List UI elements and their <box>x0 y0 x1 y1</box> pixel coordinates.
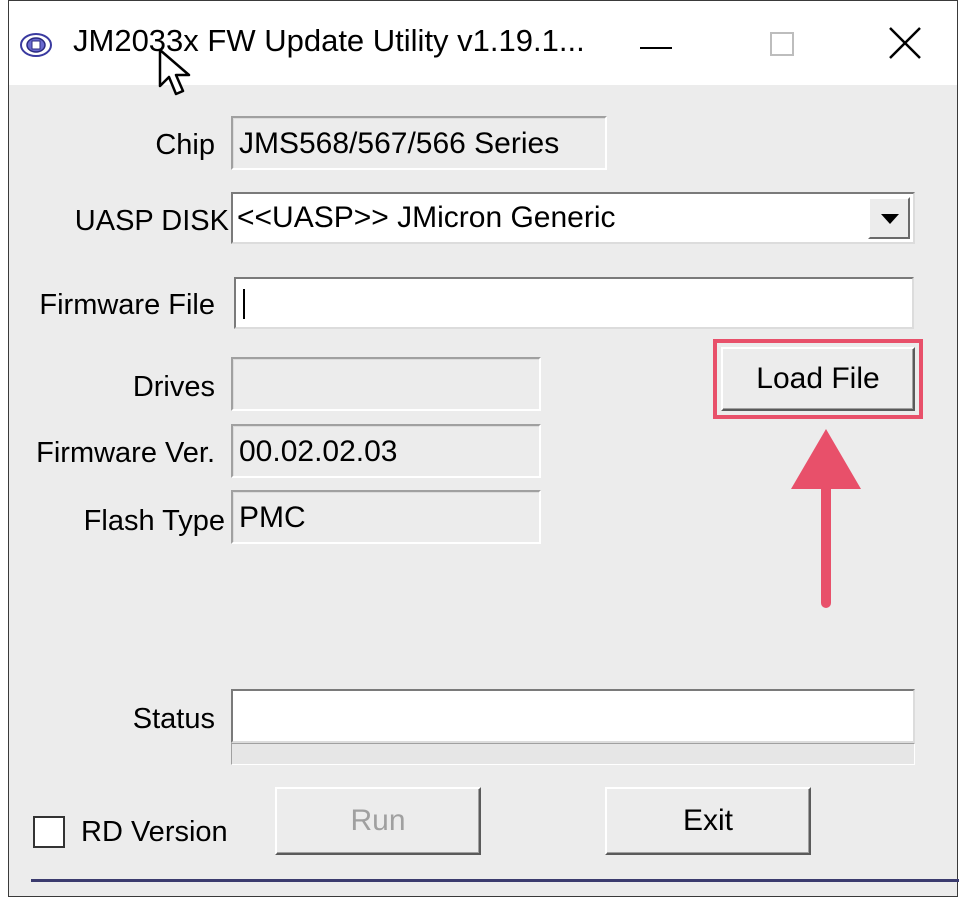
chip-label: Chip <box>155 129 215 161</box>
minimize-button[interactable] <box>601 1 711 85</box>
window-title: JM2033x FW Update Utility v1.19.1... <box>73 23 585 58</box>
arrow-up-icon <box>791 429 861 608</box>
minimize-icon <box>640 47 672 49</box>
maximize-button[interactable] <box>729 1 839 85</box>
close-icon <box>889 27 921 59</box>
firmware-ver-label: Firmware Ver. <box>36 437 215 469</box>
dropdown-button[interactable] <box>868 197 910 239</box>
run-button[interactable]: Run <box>275 787 481 855</box>
exit-button[interactable]: Exit <box>605 787 811 855</box>
flash-type-field: PMC <box>231 490 541 544</box>
firmware-file-input[interactable] <box>234 277 914 329</box>
update-utility-window: JM2033x FW Update Utility v1.19.1... Chi… <box>8 0 959 897</box>
title-bar[interactable]: JM2033x FW Update Utility v1.19.1... <box>9 1 957 85</box>
drives-field <box>231 357 541 411</box>
close-button[interactable] <box>849 1 959 85</box>
mouse-cursor-icon <box>158 48 191 96</box>
firmware-file-label: Firmware File <box>39 289 215 321</box>
uasp-disk-label: UASP DISK <box>74 205 229 237</box>
maximize-icon <box>770 32 794 56</box>
rd-version-label: RD Version <box>81 816 228 848</box>
text-caret <box>243 289 245 319</box>
chip-field: JMS568/567/566 Series <box>231 116 607 170</box>
progress-bar <box>231 743 915 765</box>
app-icon <box>20 33 52 57</box>
drives-label: Drives <box>132 371 215 403</box>
uasp-disk-select[interactable]: <<UASP>> JMicron Generic <box>231 192 915 244</box>
uasp-disk-value: <<UASP>> JMicron Generic <box>237 201 616 234</box>
chevron-down-icon <box>881 214 899 224</box>
flash-type-label: Flash Type <box>83 505 225 537</box>
status-label: Status <box>132 703 215 735</box>
divider <box>31 879 959 882</box>
load-file-button[interactable]: Load File <box>721 347 915 411</box>
firmware-ver-field: 00.02.02.03 <box>231 424 541 478</box>
status-field <box>231 689 915 743</box>
rd-version-checkbox[interactable] <box>33 816 65 848</box>
